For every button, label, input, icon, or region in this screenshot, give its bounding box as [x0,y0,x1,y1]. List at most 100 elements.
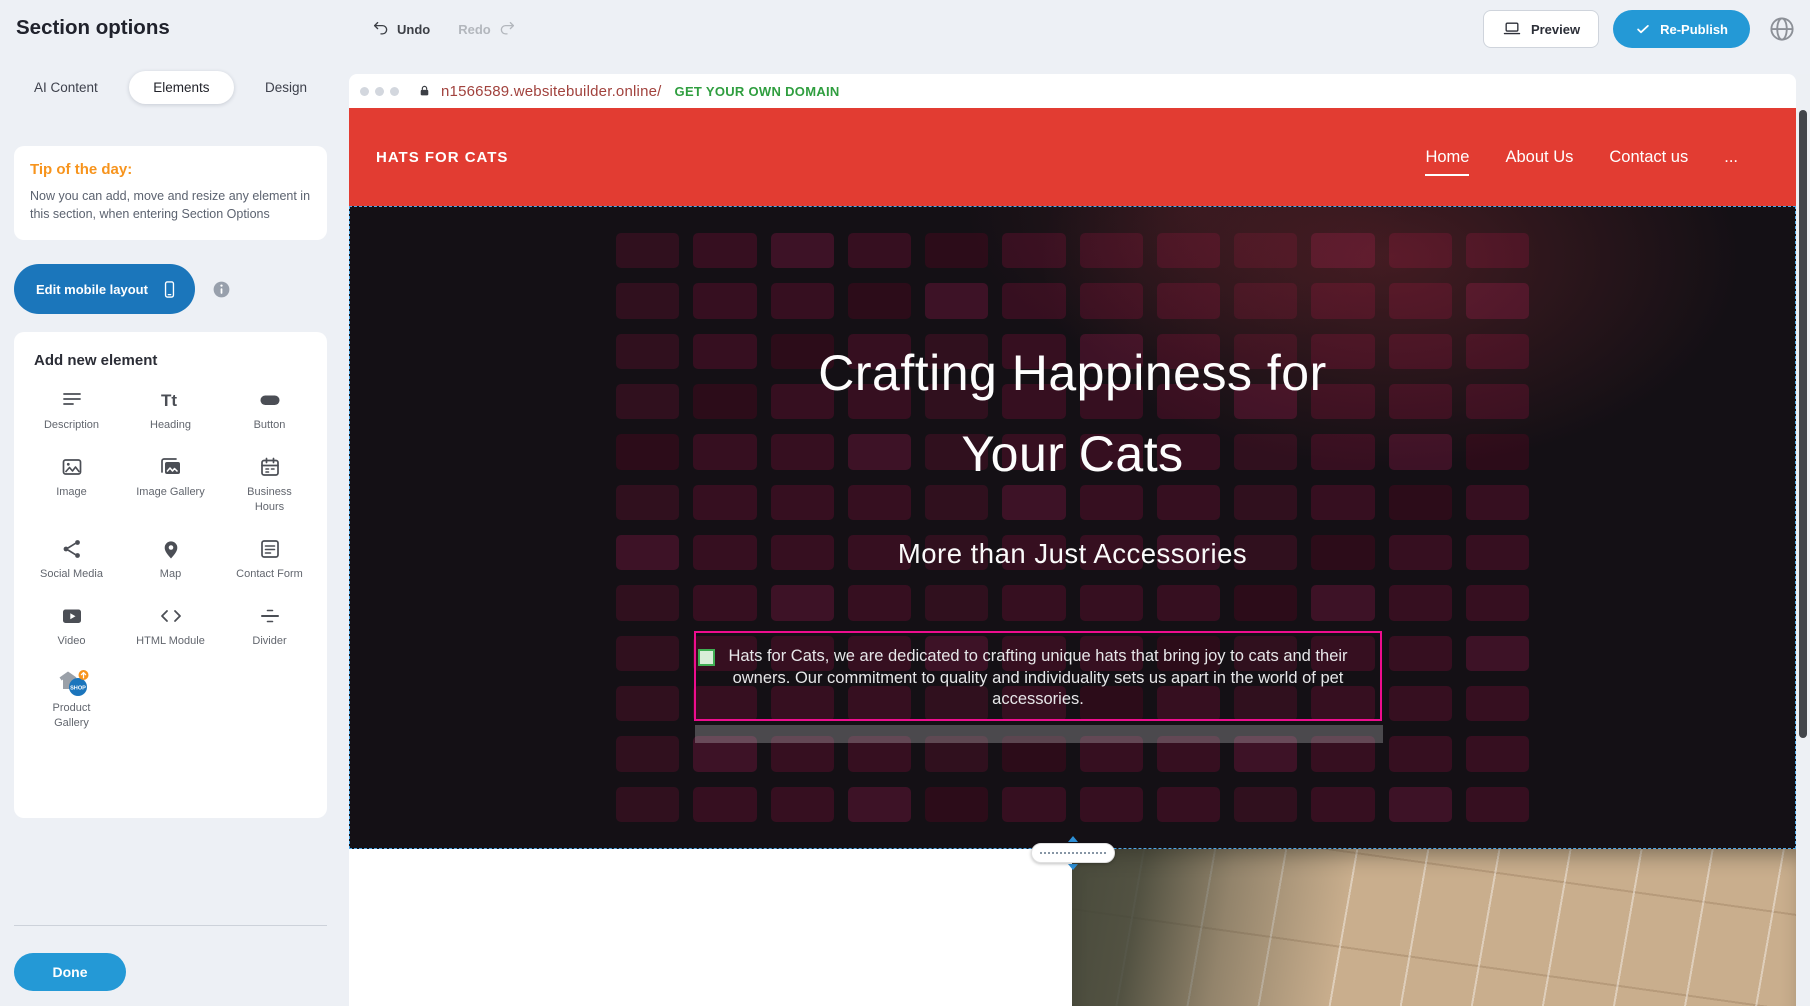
element-item-heading[interactable]: Tt Heading [121,385,220,432]
nav-item-contact-us[interactable]: Contact us [1609,148,1688,167]
hero-paragraph-text: Hats for Cats, we are dedicated to craft… [708,646,1368,711]
republish-button[interactable]: Re-Publish [1613,10,1750,48]
hero-subheadline[interactable]: More than Just Accessories [350,538,1795,570]
mobile-layout-row: Edit mobile layout [14,264,232,314]
ghost-placeholder-bar [695,725,1383,743]
done-button[interactable]: Done [14,953,126,991]
get-domain-link[interactable]: GET YOUR OWN DOMAIN [675,84,840,99]
redo-button[interactable]: Redo [458,20,516,38]
business-hours-icon [258,452,282,482]
site-logo[interactable]: HATS FOR CATS [376,149,508,166]
sidebar-tabs: AI Content Elements Design [14,68,327,106]
tab-ai-content[interactable]: AI Content [28,71,104,104]
globe-icon [1767,14,1797,44]
edit-mobile-layout-button[interactable]: Edit mobile layout [14,264,195,314]
section-resize-handle[interactable] [1031,836,1115,870]
next-section-white-area[interactable] [349,849,1072,1006]
resize-handle-pill [1031,843,1115,863]
nav-item-about-us[interactable]: About Us [1505,148,1573,167]
undo-label: Undo [397,22,430,37]
sidebar-divider [14,925,327,926]
divider-icon [258,601,282,631]
element-item-image[interactable]: Image [22,452,121,514]
element-item-label: Video [58,634,86,648]
element-item-label: Social Media [40,567,103,581]
svg-text:Tt: Tt [161,391,177,410]
nav-item-home[interactable]: Home [1425,148,1469,167]
next-section-photo[interactable] [1072,849,1796,1006]
window-dot [375,87,384,96]
element-item-contact-form[interactable]: Contact Form [220,534,319,581]
element-item-video[interactable]: Video [22,601,121,648]
hero-headline[interactable]: Crafting Happiness for Your Cats [350,333,1795,495]
element-item-description[interactable]: Description [22,385,121,432]
tip-body: Now you can add, move and resize any ele… [30,187,311,223]
history-controls: Undo Redo [372,0,516,58]
contact-form-icon [258,534,282,564]
top-actions: Preview Re-Publish [1483,10,1800,48]
browser-bar: n1566589.websitebuilder.online/ GET YOUR… [349,74,1796,108]
redo-icon [498,20,516,38]
map-icon [159,534,183,564]
element-item-image-gallery[interactable]: Image Gallery [121,452,220,514]
element-item-label: Contact Form [236,567,303,581]
element-item-label: HTML Module [136,634,205,648]
shop-badge-label: SHOP [70,686,86,692]
html-module-icon [159,601,183,631]
add-element-title: Add new element [34,352,319,369]
lock-icon [418,84,431,98]
undo-button[interactable]: Undo [372,20,430,38]
image-gallery-icon [158,452,184,482]
preview-button[interactable]: Preview [1483,10,1599,48]
hero-paragraph-selected[interactable]: Hats for Cats, we are dedicated to craft… [694,631,1382,721]
element-item-label: Map [160,567,181,581]
preview-icon [1502,19,1522,39]
tip-title: Tip of the day: [30,161,311,178]
element-item-label: Divider [252,634,286,648]
edit-mobile-label: Edit mobile layout [36,282,148,297]
check-icon [1635,21,1651,37]
add-element-panel: Add new element Description Tt Heading B… [14,332,327,818]
language-globe-button[interactable] [1764,11,1800,47]
site-url[interactable]: n1566589.websitebuilder.online/ [441,83,662,100]
element-item-divider[interactable]: Divider [220,601,319,648]
product-gallery-icon: SHOP [54,668,90,698]
element-item-html-module[interactable]: HTML Module [121,601,220,648]
undo-icon [372,20,390,38]
element-grid: Description Tt Heading Button Image Imag… [22,385,319,730]
site-header: HATS FOR CATS Home About Us Contact us .… [349,108,1796,206]
element-item-label: Description [44,418,99,432]
phone-icon [160,280,179,299]
element-item-social-media[interactable]: Social Media [22,534,121,581]
element-item-product-gallery[interactable]: SHOP Product Gallery [22,668,121,730]
scrollbar-track[interactable] [1796,74,1810,1006]
window-dots [360,87,399,96]
info-button[interactable] [211,279,232,300]
hero-headline-line2: Your Cats [350,414,1795,495]
element-item-button[interactable]: Button [220,385,319,432]
element-item-map[interactable]: Map [121,534,220,581]
element-item-label: Button [254,418,286,432]
tab-elements[interactable]: Elements [129,71,233,104]
description-icon [60,385,84,415]
drag-handle[interactable] [698,649,715,666]
resize-arrow-down-icon [1068,864,1078,870]
nav-more-ellipsis[interactable]: ... [1724,148,1738,167]
tip-of-the-day-card: Tip of the day: Now you can add, move an… [14,146,327,240]
window-dot [360,87,369,96]
info-icon [211,279,232,300]
video-icon [60,601,84,631]
tab-design[interactable]: Design [259,71,313,104]
scrollbar-thumb[interactable] [1799,110,1807,738]
page-title: Section options [16,16,170,40]
element-item-label: Image Gallery [136,485,204,499]
site-nav: Home About Us Contact us ... [1425,148,1738,167]
resize-arrow-up-icon [1068,836,1078,842]
heading-icon: Tt [158,385,184,415]
redo-label: Redo [458,22,491,37]
element-item-business-hours[interactable]: Business Hours [220,452,319,514]
element-item-label: Image [56,485,87,499]
hero-section[interactable]: Crafting Happiness for Your Cats More th… [349,206,1796,849]
social-media-icon [60,534,84,564]
element-item-label: Business Hours [234,485,306,514]
